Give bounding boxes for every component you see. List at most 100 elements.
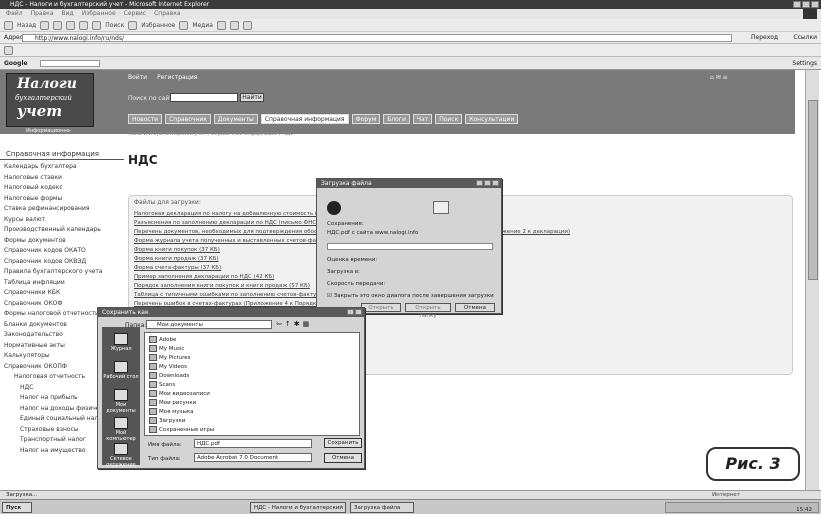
start-button[interactable]: Пуск: [2, 502, 32, 513]
folder-item[interactable]: My Music: [149, 345, 184, 352]
minimize-button[interactable]: [793, 1, 801, 8]
place-network[interactable]: Сетевое окружение: [102, 443, 140, 468]
login-link[interactable]: Войти: [128, 74, 147, 81]
sidebar-item[interactable]: Налоговые ставки: [4, 173, 122, 184]
folder-item[interactable]: Downloads: [149, 372, 189, 379]
sidebar-item[interactable]: Формы документов: [4, 236, 122, 247]
site-search-input[interactable]: [170, 93, 238, 102]
sidebar-item[interactable]: Справочник кодов ОКАТО: [4, 246, 122, 257]
save-button[interactable]: Сохранить: [324, 438, 362, 448]
folder-item[interactable]: Adobe: [149, 336, 176, 343]
view-menu-icon[interactable]: ▦: [303, 320, 310, 328]
minimize-button[interactable]: [476, 180, 483, 186]
new-folder-icon[interactable]: ✱: [294, 320, 300, 328]
open-button[interactable]: Открыть: [361, 303, 401, 312]
google-search-input[interactable]: [40, 60, 100, 67]
back-arrow-icon[interactable]: [4, 20, 13, 30]
sidebar-item[interactable]: Производственный календарь: [4, 225, 122, 236]
place-my-computer[interactable]: Мой компьютер: [102, 417, 140, 442]
filetype-select[interactable]: Adobe Acrobat 7.0 Document: [194, 453, 312, 462]
nav-tab-news[interactable]: Новости: [128, 114, 163, 124]
back-label[interactable]: Назад: [17, 22, 36, 29]
up-folder-icon[interactable]: ↑: [285, 320, 291, 328]
site-logo[interactable]: Налоги бухгалтерский учет: [6, 73, 94, 127]
place-my-documents[interactable]: Мои документы: [102, 389, 140, 414]
maximize-button[interactable]: [802, 1, 810, 8]
menu-tools[interactable]: Сервис: [124, 9, 146, 19]
look-in-select[interactable]: Мои документы: [146, 320, 272, 329]
folder-icon[interactable]: [4, 46, 13, 55]
menu-help[interactable]: Справка: [154, 9, 180, 19]
nav-tab-blogs[interactable]: Блоги: [383, 114, 410, 124]
media-label[interactable]: Медиа: [192, 22, 213, 29]
menu-edit[interactable]: Правка: [31, 9, 54, 19]
close-button[interactable]: [355, 309, 362, 315]
taskbar-item-download[interactable]: Загрузка файла: [350, 502, 414, 513]
stop-icon[interactable]: [53, 20, 63, 30]
open-folder-button[interactable]: Открыть папку: [405, 303, 451, 319]
place-desktop[interactable]: Рабочий стол: [102, 361, 140, 380]
menu-file[interactable]: Файл: [6, 9, 23, 19]
history-icon[interactable]: [216, 20, 226, 30]
sidebar-item[interactable]: Правила бухгалтерского учета: [4, 267, 122, 278]
sidebar-item[interactable]: Курсы валют: [4, 215, 122, 226]
google-settings[interactable]: Settings: [792, 57, 817, 70]
breadcrumb[interactable]: Налоги и бухгалтерский учет / Справочная…: [128, 131, 294, 137]
cancel-download-button[interactable]: Отмена: [455, 303, 495, 312]
links-label[interactable]: Ссылки: [793, 32, 817, 44]
place-history[interactable]: Журнал: [102, 333, 140, 352]
search-label[interactable]: Поиск: [105, 22, 124, 29]
mail-icon[interactable]: [229, 20, 239, 30]
nav-tab-chat[interactable]: Чат: [412, 114, 433, 124]
folder-item[interactable]: Сохраненные игры: [149, 426, 214, 433]
folder-item[interactable]: My Videos: [149, 363, 187, 370]
address-input[interactable]: http://www.nalogi.info/ru/nds/: [22, 34, 732, 42]
nav-tab-forum[interactable]: Форум: [351, 114, 381, 124]
menu-favorites[interactable]: Избранное: [82, 9, 116, 19]
register-link[interactable]: Регистрация: [157, 74, 197, 81]
sidebar-item[interactable]: Ставка рефинансирования: [4, 204, 122, 215]
sidebar-item[interactable]: Справочники КБК: [4, 288, 122, 299]
folder-item[interactable]: Моя музыка: [149, 408, 194, 415]
sidebar-item[interactable]: Справочник кодов ОКВЭД: [4, 257, 122, 268]
nav-tab-consultations[interactable]: Консультации: [465, 114, 519, 124]
site-search-button[interactable]: Найти: [240, 93, 264, 102]
folder-item[interactable]: Scans: [149, 381, 175, 388]
nav-tab-reference-info[interactable]: Справочная информация: [260, 114, 349, 124]
folder-item[interactable]: Мои рисунки: [149, 399, 196, 406]
folder-item[interactable]: Мои видеозаписи: [149, 390, 210, 397]
save-file-list[interactable]: Adobe My Music My Pictures My Videos Downloa…: [144, 332, 360, 436]
scrollbar-thumb[interactable]: [808, 100, 818, 280]
filename-input[interactable]: НДС.pdf: [194, 439, 312, 448]
nav-tab-reference[interactable]: Справочник: [165, 114, 211, 124]
sidebar-item[interactable]: Налоговые формы: [4, 194, 122, 205]
vertical-scrollbar[interactable]: [805, 70, 819, 490]
refresh-icon[interactable]: [66, 20, 76, 30]
sidebar-item[interactable]: Таблица инфляции: [4, 278, 122, 289]
home-icon[interactable]: ⌂: [710, 74, 714, 81]
close-button[interactable]: [811, 1, 819, 8]
sidebar-item[interactable]: Налоговый кодекс: [4, 183, 122, 194]
nav-tab-search[interactable]: Поиск: [435, 114, 463, 124]
mail-icon[interactable]: ✉: [716, 74, 723, 81]
forward-arrow-icon[interactable]: [40, 20, 50, 30]
folder-item[interactable]: Загрузки: [149, 417, 185, 424]
menu-view[interactable]: Вид: [61, 9, 73, 19]
sitemap-icon[interactable]: ≡: [723, 74, 728, 81]
cancel-button[interactable]: Отмена: [324, 453, 362, 463]
close-button[interactable]: [492, 180, 499, 186]
close-on-complete-checkbox[interactable]: ☑ Закрыть это окно диалога после заверше…: [327, 293, 494, 299]
taskbar-item-browser[interactable]: НДС - Налоги и бухгалтерский учет: [250, 502, 346, 513]
favorites-label[interactable]: Избранное: [141, 22, 175, 29]
folder-item[interactable]: My Pictures: [149, 354, 191, 361]
media-icon[interactable]: [179, 20, 189, 30]
go-button[interactable]: Переход: [751, 34, 781, 42]
help-button[interactable]: [347, 309, 354, 315]
print-icon[interactable]: [242, 20, 252, 30]
maximize-button[interactable]: [484, 180, 491, 186]
nav-tab-documents[interactable]: Документы: [213, 114, 258, 124]
back-arrow-icon[interactable]: ⇦: [276, 320, 282, 328]
home-icon[interactable]: [79, 20, 89, 30]
sidebar-item[interactable]: Календарь бухгалтера: [4, 162, 122, 173]
star-icon[interactable]: [128, 20, 138, 30]
